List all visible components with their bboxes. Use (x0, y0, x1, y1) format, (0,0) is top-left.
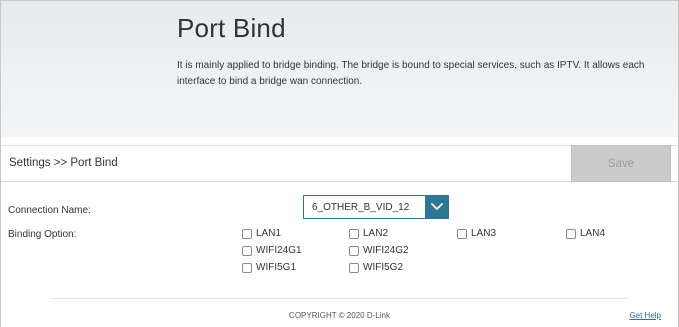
checkbox-box[interactable] (457, 228, 467, 239)
page-header: Port Bind It is mainly applied to bridge… (1, 1, 678, 137)
connection-name-label: Connection Name: (8, 205, 91, 216)
binding-option-label: Binding Option: (8, 229, 77, 240)
checkbox-box[interactable] (242, 245, 252, 256)
breadcrumb: Settings >> Port Bind (9, 157, 118, 169)
checkbox-label: WIFI5G2 (363, 262, 404, 273)
checkbox-wifi5g1[interactable]: WIFI5G1 (242, 262, 296, 273)
checkbox-box[interactable] (349, 228, 359, 239)
checkbox-wifi5g2[interactable]: WIFI5G2 (349, 262, 403, 273)
checkbox-lan4[interactable]: LAN4 (566, 228, 605, 239)
copyright-text: COPYRIGHT © 2020 D-Link (289, 311, 390, 320)
checkbox-label: LAN3 (471, 228, 497, 239)
checkbox-box[interactable] (349, 262, 359, 273)
checkbox-wifi24g1[interactable]: WIFI24G1 (242, 245, 302, 256)
connection-name-select[interactable]: 6_OTHER_B_VID_12 (303, 195, 449, 219)
checkbox-label: LAN2 (363, 228, 389, 239)
checkbox-lan3[interactable]: LAN3 (457, 228, 496, 239)
checkbox-label: WIFI24G2 (363, 245, 409, 256)
checkbox-box[interactable] (566, 228, 576, 239)
page-description: It is mainly applied to bridge binding. … (177, 60, 645, 87)
chevron-down-icon[interactable] (425, 195, 449, 219)
checkbox-label: LAN1 (256, 228, 282, 239)
checkbox-lan1[interactable]: LAN1 (242, 228, 281, 239)
footer-divider (50, 298, 628, 299)
checkbox-lan2[interactable]: LAN2 (349, 228, 388, 239)
save-button[interactable]: Save (571, 145, 671, 182)
get-help-link[interactable]: Get Help (629, 311, 661, 320)
checkbox-box[interactable] (242, 262, 252, 273)
checkbox-label: WIFI5G1 (256, 262, 297, 273)
checkbox-box[interactable] (242, 228, 252, 239)
page-title: Port Bind (177, 13, 286, 43)
checkbox-label: WIFI24G1 (256, 245, 302, 256)
checkbox-box[interactable] (349, 245, 359, 256)
checkbox-wifi24g2[interactable]: WIFI24G2 (349, 245, 409, 256)
connection-name-value: 6_OTHER_B_VID_12 (312, 202, 410, 213)
checkbox-label: LAN4 (580, 228, 606, 239)
settings-bar: Settings >> Port Bind Save (1, 145, 678, 182)
